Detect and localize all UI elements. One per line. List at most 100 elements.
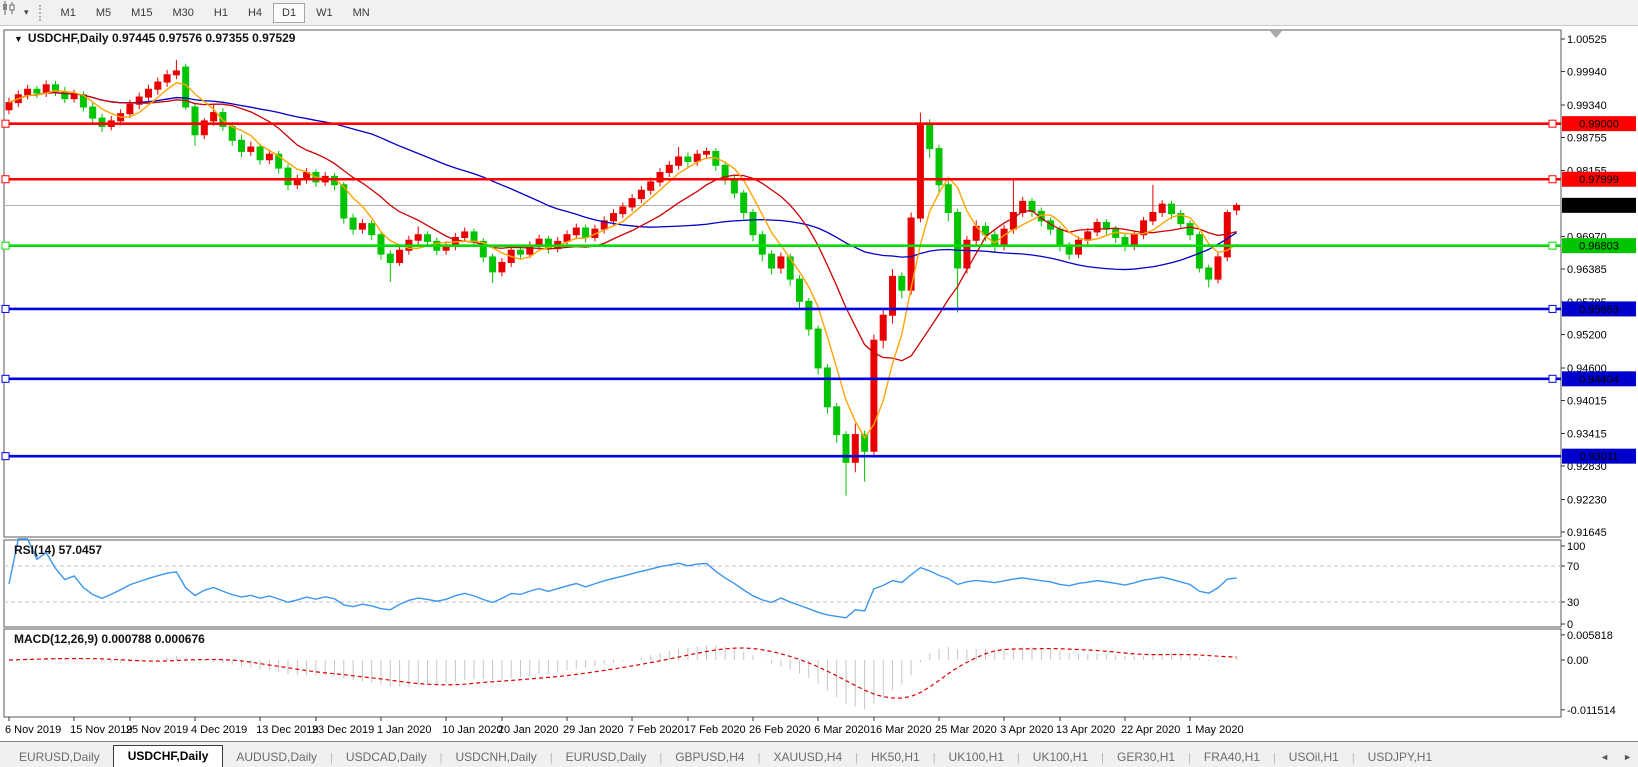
chart-tab-USOil-H1[interactable]: USOil,H1 [1276, 747, 1352, 767]
candle-body [1169, 204, 1175, 213]
candle-body [1159, 204, 1165, 212]
candle-body [1215, 257, 1221, 279]
candle-body [815, 329, 821, 368]
candle-body [6, 103, 12, 110]
timeframe-button-H4[interactable]: H4 [239, 3, 271, 23]
toolbar-grip-handle[interactable] [39, 5, 43, 21]
rsi-axis-label: 30 [1567, 597, 1579, 609]
candle-body [648, 182, 654, 190]
candle-body [211, 113, 217, 121]
pivot-line-right-handle[interactable] [1549, 242, 1556, 249]
macd-indicator-label: MACD(12,26,9) 0.000788 0.000676 [14, 632, 205, 646]
timeframe-button-D1[interactable]: D1 [273, 3, 305, 23]
candle-body [359, 224, 365, 230]
candle-body [629, 199, 635, 207]
timeframe-button-M1[interactable]: M1 [52, 3, 85, 23]
candle-body [583, 228, 589, 237]
chart-tab-UK100-H1[interactable]: UK100,H1 [1020, 747, 1101, 767]
chart-tab-EURUSD-Daily[interactable]: EURUSD,Daily [553, 747, 660, 767]
chart-tab-UK100-H1[interactable]: UK100,H1 [936, 747, 1017, 767]
rsi-panel [4, 540, 1561, 627]
chart-tab-AUDUSD-Daily[interactable]: AUDUSD,Daily [223, 747, 330, 767]
tabs-scroll-right-icon[interactable]: ► [1623, 752, 1632, 762]
date-axis-label: 23 Dec 2019 [312, 724, 374, 736]
candle-body [397, 250, 403, 262]
date-axis-label: 16 Mar 2020 [870, 724, 932, 736]
candlestick-chart-icon[interactable] [4, 5, 22, 21]
resistance-line-1-right-handle[interactable] [1549, 120, 1556, 127]
chart-tab-HK50-H1[interactable]: HK50,H1 [858, 747, 933, 767]
price-badge-label: 0.97999 [1579, 174, 1619, 186]
resistance-line-2-left-handle[interactable] [2, 176, 9, 183]
chart-tab-GER30-H1[interactable]: GER30,H1 [1104, 747, 1188, 767]
tabs-scroll-left-icon[interactable]: ◄ [1600, 752, 1609, 762]
support-line-2-right-handle[interactable] [1549, 375, 1556, 382]
chart-tab-GBPUSD-H4[interactable]: GBPUSD,H4 [662, 747, 757, 767]
chart-ohlc-values: 0.97445 0.97576 0.97355 0.97529 [112, 31, 296, 45]
candle-body [769, 254, 775, 268]
candle-body [192, 107, 198, 135]
support-line-1-left-handle[interactable] [2, 305, 9, 312]
candle-body [229, 126, 235, 140]
timeframe-button-W1[interactable]: W1 [307, 3, 342, 23]
chart-tab-USDCAD-Daily[interactable]: USDCAD,Daily [333, 747, 440, 767]
macd-axis-label: -0.011514 [1567, 705, 1616, 717]
pivot-line-left-handle[interactable] [2, 242, 9, 249]
candle-body [173, 71, 179, 75]
candle-body [257, 147, 263, 160]
support-line-2-left-handle[interactable] [2, 375, 9, 382]
chart-tab-bar: EURUSD,DailyUSDCHF,DailyAUDUSD,Daily|USD… [0, 741, 1638, 767]
candle-body [350, 218, 356, 229]
candle-body [945, 185, 951, 213]
timeframe-button-MN[interactable]: MN [344, 3, 379, 23]
timeframe-button-M5[interactable]: M5 [87, 3, 120, 23]
date-axis-label: 29 Jan 2020 [563, 724, 624, 736]
candle-body [146, 89, 152, 97]
candle-body [852, 435, 858, 463]
candle-body [787, 257, 793, 279]
chart-tabs: EURUSD,DailyUSDCHF,DailyAUDUSD,Daily|USD… [0, 742, 1445, 767]
price-axis-label: 0.92230 [1567, 495, 1607, 507]
support-line-3-left-handle[interactable] [2, 453, 9, 460]
candle-body [666, 165, 672, 172]
chart-tab-USDJPY-H1[interactable]: USDJPY,H1 [1355, 747, 1445, 767]
candle-body [992, 235, 998, 246]
chart-canvas: 1.005250.999400.993400.987550.981550.969… [0, 0, 1638, 767]
candle-body [62, 91, 68, 98]
macd-axis-label: 0.00 [1567, 655, 1588, 667]
candle-body [462, 232, 468, 238]
candle-body [1076, 240, 1082, 254]
date-axis-label: 10 Jan 2020 [442, 724, 503, 736]
price-axis-label: 0.99940 [1567, 66, 1607, 78]
rsi-axis-label: 100 [1567, 541, 1585, 553]
resistance-line-1-left-handle[interactable] [2, 120, 9, 127]
candle-body [1010, 212, 1016, 229]
timeframe-button-H1[interactable]: H1 [205, 3, 237, 23]
date-axis-label: 26 Feb 2020 [749, 724, 811, 736]
timeframe-button-M30[interactable]: M30 [164, 3, 203, 23]
macd-axis-label: 0.005818 [1567, 630, 1613, 642]
chart-tab-EURUSD-Daily[interactable]: EURUSD,Daily [6, 747, 113, 767]
candle-body [248, 147, 254, 151]
chart-tab-USDCNH-Daily[interactable]: USDCNH,Daily [442, 747, 549, 767]
candle-body [415, 235, 421, 241]
chevron-down-icon[interactable]: ▾ [24, 7, 29, 18]
support-line-1-right-handle[interactable] [1549, 305, 1556, 312]
timeframe-button-M15[interactable]: M15 [122, 3, 161, 23]
candle-body [1057, 229, 1063, 246]
chart-tab-FRA40-H1[interactable]: FRA40,H1 [1191, 747, 1273, 767]
candle-body [1094, 222, 1100, 231]
main-chart-panel [4, 30, 1561, 537]
resistance-line-2-right-handle[interactable] [1549, 176, 1556, 183]
price-axis-label: 1.00525 [1567, 34, 1607, 46]
date-axis-label: 20 Jan 2020 [498, 724, 559, 736]
chart-tab-USDCHF-Daily[interactable]: USDCHF,Daily [113, 745, 224, 767]
candle-body [1206, 268, 1212, 279]
price-axis-label: 0.93415 [1567, 429, 1607, 441]
symbol-dropdown-icon[interactable]: ▼ [14, 34, 23, 44]
candle-body [694, 154, 700, 161]
chart-tab-XAUUSD-H4[interactable]: XAUUSD,H4 [760, 747, 855, 767]
tool-group: ▾ [0, 5, 33, 21]
toolbar: ▾ M1M5M15M30H1H4D1W1MN [0, 0, 1638, 26]
candle-body [843, 435, 849, 463]
